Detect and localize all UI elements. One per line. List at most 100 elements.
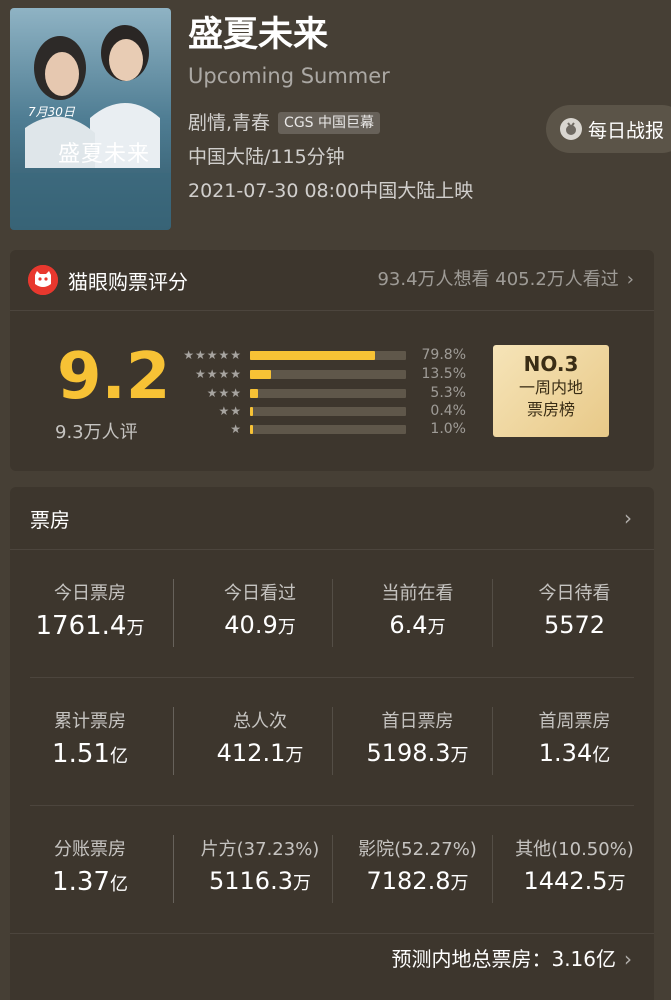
stat-number: 40.9 [224,611,278,639]
stat-label: 总人次 [233,711,287,732]
rank-desc-line1: 一周内地 [518,378,583,397]
rank-number: NO.3 [523,352,579,376]
rating-percent: 0.4% [430,403,466,419]
star-rating-icon: ★★★★ [194,367,242,381]
stat-value: 6.4万 [340,611,495,639]
chevron-right-icon: › [626,269,634,290]
stat-unit: 万 [277,617,296,638]
daily-report-button[interactable]: 每日战报 [546,105,671,153]
stat-label: 当前在看 [381,583,454,604]
star-rating-icon: ★★ [218,404,242,418]
poster-title-text: 盛夏未来 [58,142,151,167]
rating-bar-track [250,388,406,398]
boxoffice-row: 今日票房 1761.4万 今日看过 40.9万 当前在看 6.4万 今日待看 5572 [10,549,654,677]
boxoffice-stat: 其他(10.50%) 1442.5万 [495,805,654,933]
stat-unit: 万 [427,617,446,638]
format-badge: CGS 中国巨幕 [278,112,381,134]
rating-bar-track [250,406,406,416]
poster-date-text: 7月30日 [28,105,75,119]
star-rating-icon: ★ [230,422,242,436]
movie-genre-row: 剧情,青春 CGS 中国巨幕 [188,110,381,136]
rating-percent: 13.5% [421,366,466,382]
stat-unit: 万 [450,745,469,766]
movie-english-title: Upcoming Summer [188,64,390,88]
column-divider [173,835,174,903]
stat-label: 首日票房 [381,711,454,732]
stat-value: 40.9万 [180,611,340,639]
movie-title: 盛夏未来 [188,15,329,55]
boxoffice-stat: 今日票房 1761.4万 [10,549,170,677]
boxoffice-stat: 总人次 412.1万 [180,677,340,805]
rating-distribution-row: ★★★★ 13.5% [162,365,466,383]
column-divider [173,579,174,647]
stat-number: 1761.4 [35,611,127,641]
rating-bar-track [250,424,406,434]
want-watched-text: 93.4万人想看 405.2万人看过 [377,269,619,290]
stat-unit: 万 [285,745,304,766]
row-divider [10,933,654,934]
prediction-row[interactable]: 预测内地总票房：3.16亿 › [391,943,632,972]
rating-distribution-row: ★★ 0.4% [162,402,466,420]
stat-unit: 万 [292,873,311,894]
stat-value: 1.37亿 [10,867,170,897]
column-divider [332,835,333,903]
stat-value: 1.34亿 [495,739,654,767]
movie-genre: 剧情,青春 [188,112,271,134]
daily-report-label: 每日战报 [588,119,665,142]
stat-unit: 万 [607,873,626,894]
stat-unit: 万 [450,873,469,894]
stat-number: 5572 [543,611,606,639]
stat-label: 累计票房 [54,711,126,732]
boxoffice-header[interactable]: 票房 › [10,487,654,550]
movie-release-date: 2021-07-30 08:00中国大陆上映 [188,180,474,202]
rating-header[interactable]: 猫眼购票评分 93.4万人想看 405.2万人看过 › [10,250,654,311]
boxoffice-stat: 分账票房 1.37亿 [10,805,170,933]
stat-label: 其他(10.50%) [515,839,634,860]
stat-value: 1442.5万 [495,867,654,895]
stat-label: 片方(37.23%) [200,839,320,860]
rating-bar-fill [250,388,259,398]
rating-distribution-row: ★★★★★ 79.8% [162,346,466,364]
rating-bar-fill [250,424,253,434]
stat-number: 412.1 [216,739,286,767]
stat-number: 5198.3 [366,739,451,767]
stat-label: 首周票房 [538,711,611,732]
stat-number: 5116.3 [209,867,293,895]
column-divider [492,579,493,647]
stat-unit: 万 [126,618,145,639]
boxoffice-card: 票房 › 今日票房 1761.4万 今日看过 40.9万 当前在看 6.4万 今日待看 557… [10,487,654,1000]
prediction-text: 预测内地总票房：3.16亿 [391,947,616,971]
movie-poster[interactable]: 7月30日 盛夏未来 [10,8,171,230]
rating-bar-fill [250,406,253,416]
boxoffice-stat: 今日看过 40.9万 [180,549,340,677]
rating-percent: 79.8% [421,347,466,363]
chevron-right-icon: › [624,947,632,971]
boxoffice-stat: 当前在看 6.4万 [340,549,495,677]
stat-number: 1.51 [52,739,110,769]
boxoffice-stat: 首日票房 5198.3万 [340,677,495,805]
rating-distribution-row: ★★★ 5.3% [162,384,466,402]
star-rating-icon: ★★★★★ [183,348,242,362]
rating-distribution-row: ★ 1.0% [162,420,466,438]
rating-bar-track [250,369,406,379]
stat-label: 今日票房 [54,583,126,604]
boxoffice-row: 累计票房 1.51亿 总人次 412.1万 首日票房 5198.3万 首周票房 1.34亿 [10,677,654,805]
rank-badge[interactable]: NO.3 一周内地 票房榜 [493,345,609,437]
rating-percent: 1.0% [430,421,466,437]
stat-value: 5572 [495,611,654,639]
stat-unit: 亿 [109,874,128,895]
stat-label: 影院(52.27%) [358,839,477,860]
stat-value: 5198.3万 [340,739,495,767]
rating-percent: 5.3% [430,385,466,401]
stat-value: 1.51亿 [10,739,170,769]
want-watched-summary: 93.4万人想看 405.2万人看过 › [377,250,634,310]
stat-label: 分账票房 [54,839,126,860]
stat-number: 1442.5 [523,867,608,895]
stat-unit: 亿 [592,745,611,766]
stat-value: 1761.4万 [10,611,170,641]
medal-icon [560,118,582,140]
stat-number: 1.37 [52,867,110,897]
stat-label: 今日待看 [538,583,611,604]
stat-number: 1.34 [538,739,593,767]
stat-label: 今日看过 [224,583,296,604]
